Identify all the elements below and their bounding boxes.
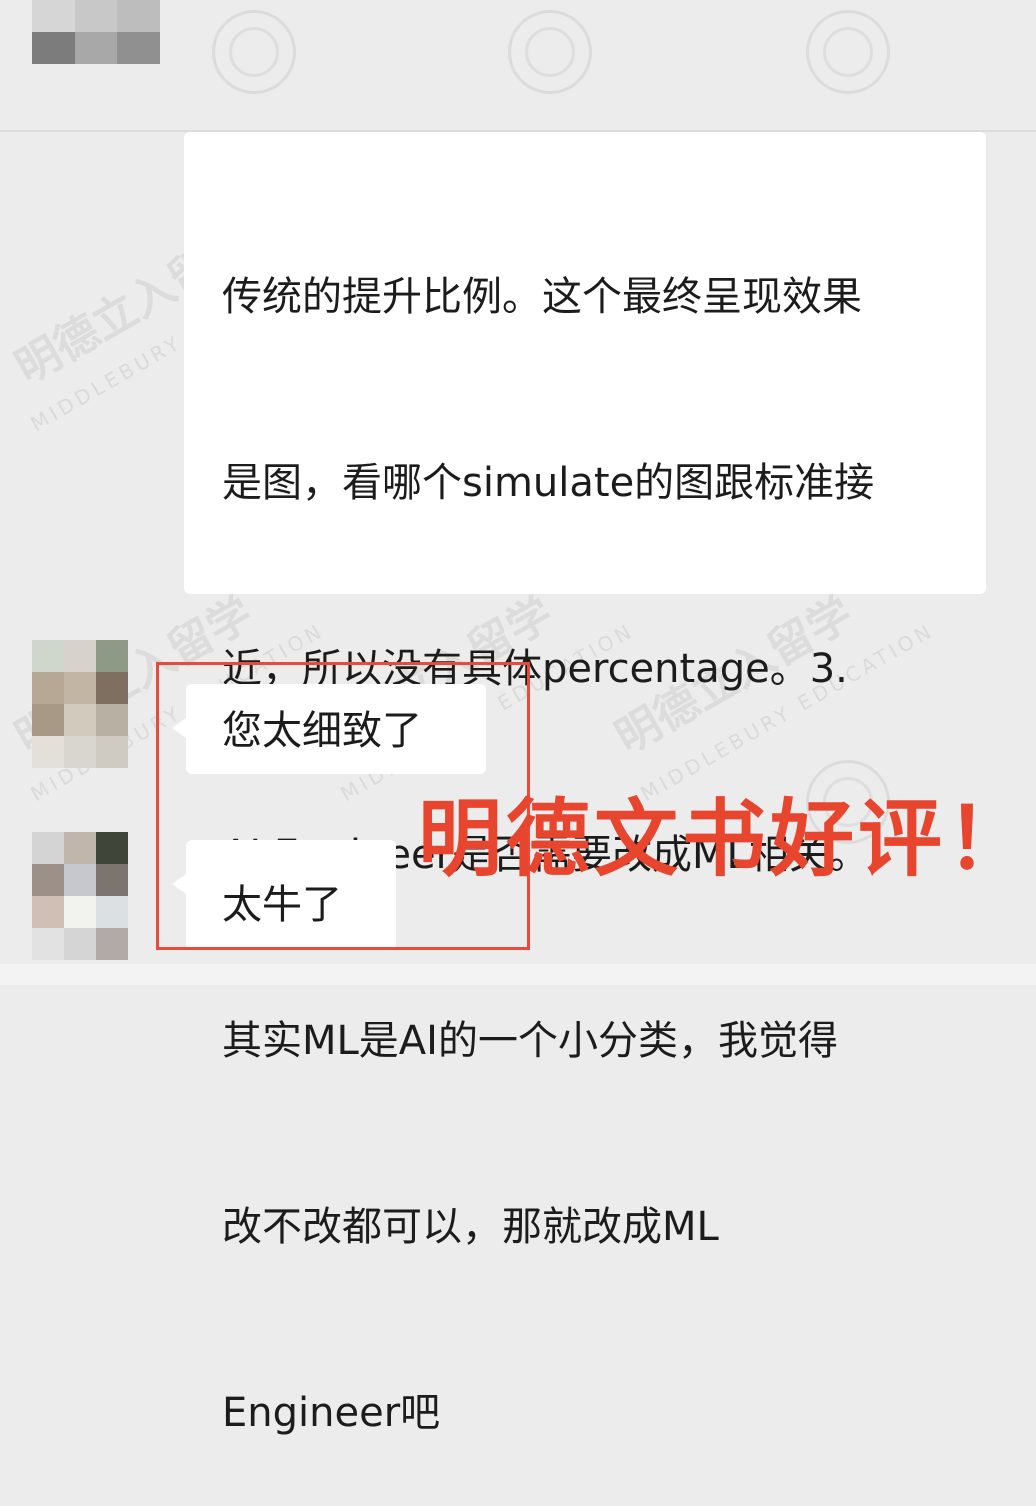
avatar[interactable] — [32, 832, 128, 960]
review-caption: 明德文书好评！ — [418, 790, 1035, 888]
message-line: 传统的提升比例。这个最终呈现效果 — [222, 274, 862, 320]
message-line: 是图，看哪个simulate的图跟标准接 — [222, 460, 875, 506]
message-line: 改不改都可以，那就改成ML — [222, 1204, 719, 1250]
message-line: 其实ML是AI的一个小分类，我觉得 — [222, 1018, 838, 1064]
bottom-edge — [0, 964, 1036, 985]
avatar[interactable] — [32, 640, 128, 768]
message-line: Engineer吧 — [222, 1390, 441, 1436]
avatar[interactable] — [32, 0, 160, 64]
